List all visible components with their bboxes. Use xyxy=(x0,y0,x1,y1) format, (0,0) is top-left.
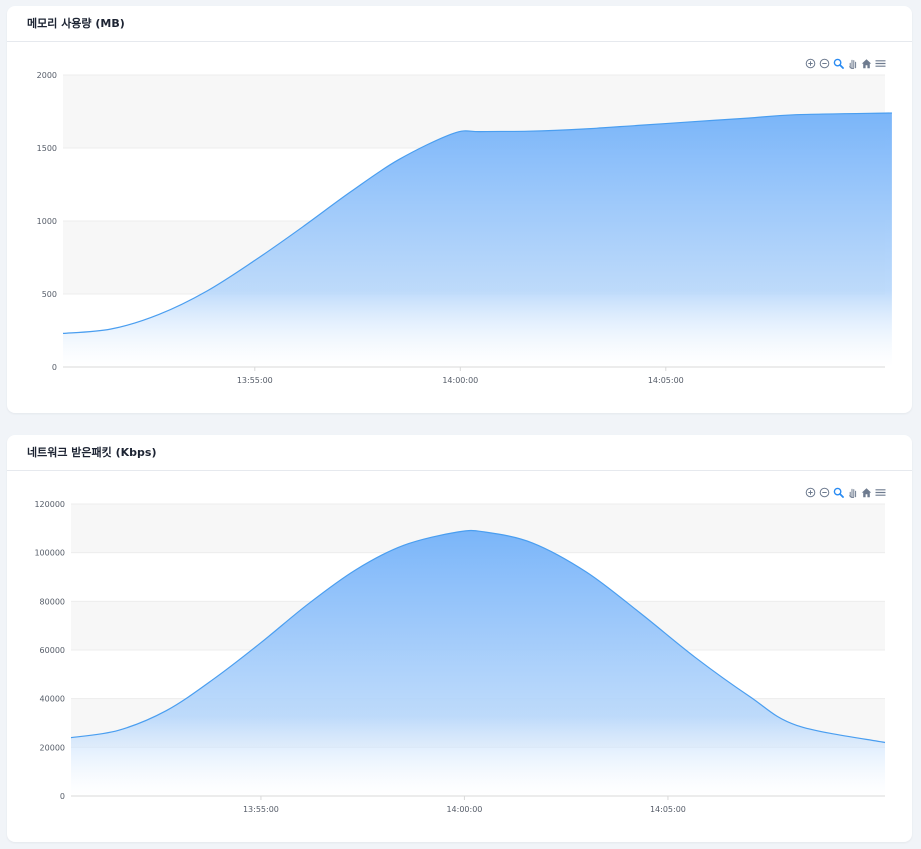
x-tick-label: 14:00:00 xyxy=(446,805,482,814)
x-tick-label: 14:05:00 xyxy=(650,805,686,814)
y-tick-label: 0 xyxy=(52,363,57,372)
series-area xyxy=(71,530,885,796)
y-tick-label: 0 xyxy=(60,792,65,801)
network-packets-card: 네트워크 받은패킷 (Kbps) 0 20000 40000 60000 80000 10… xyxy=(7,435,912,842)
y-tick-label: 1000 xyxy=(37,217,57,226)
x-tick-label: 13:55:00 xyxy=(237,376,273,385)
card-header: 메모리 사용량 (MB) xyxy=(7,6,912,42)
x-tick-label: 14:00:00 xyxy=(442,376,478,385)
y-tick-label: 1500 xyxy=(37,144,57,153)
chart-title: 네트워크 받은패킷 (Kbps) xyxy=(27,446,157,459)
memory-usage-chart: 0 500 1000 1500 2000 13:55:00 14:00:00 14:05:00 xyxy=(37,71,892,385)
y-tick-label: 100000 xyxy=(34,549,65,558)
y-tick-label: 40000 xyxy=(40,695,65,704)
y-tick-label: 20000 xyxy=(40,743,65,752)
chart-title: 메모리 사용량 (MB) xyxy=(27,17,125,30)
y-tick-label: 500 xyxy=(42,290,57,299)
card-header: 네트워크 받은패킷 (Kbps) xyxy=(7,435,912,471)
memory-usage-card: 메모리 사용량 (MB) 0 500 1000 1500 2000 13:55:00 14:… xyxy=(7,6,912,413)
x-tick-label: 13:55:00 xyxy=(243,805,279,814)
y-tick-label: 80000 xyxy=(40,597,65,606)
y-tick-label: 60000 xyxy=(40,646,65,655)
y-tick-label: 2000 xyxy=(37,71,57,80)
x-tick-label: 14:05:00 xyxy=(648,376,684,385)
y-tick-label: 120000 xyxy=(34,500,65,509)
network-packets-chart: 0 20000 40000 60000 80000 100000 120000 13:55:0… xyxy=(34,500,886,814)
